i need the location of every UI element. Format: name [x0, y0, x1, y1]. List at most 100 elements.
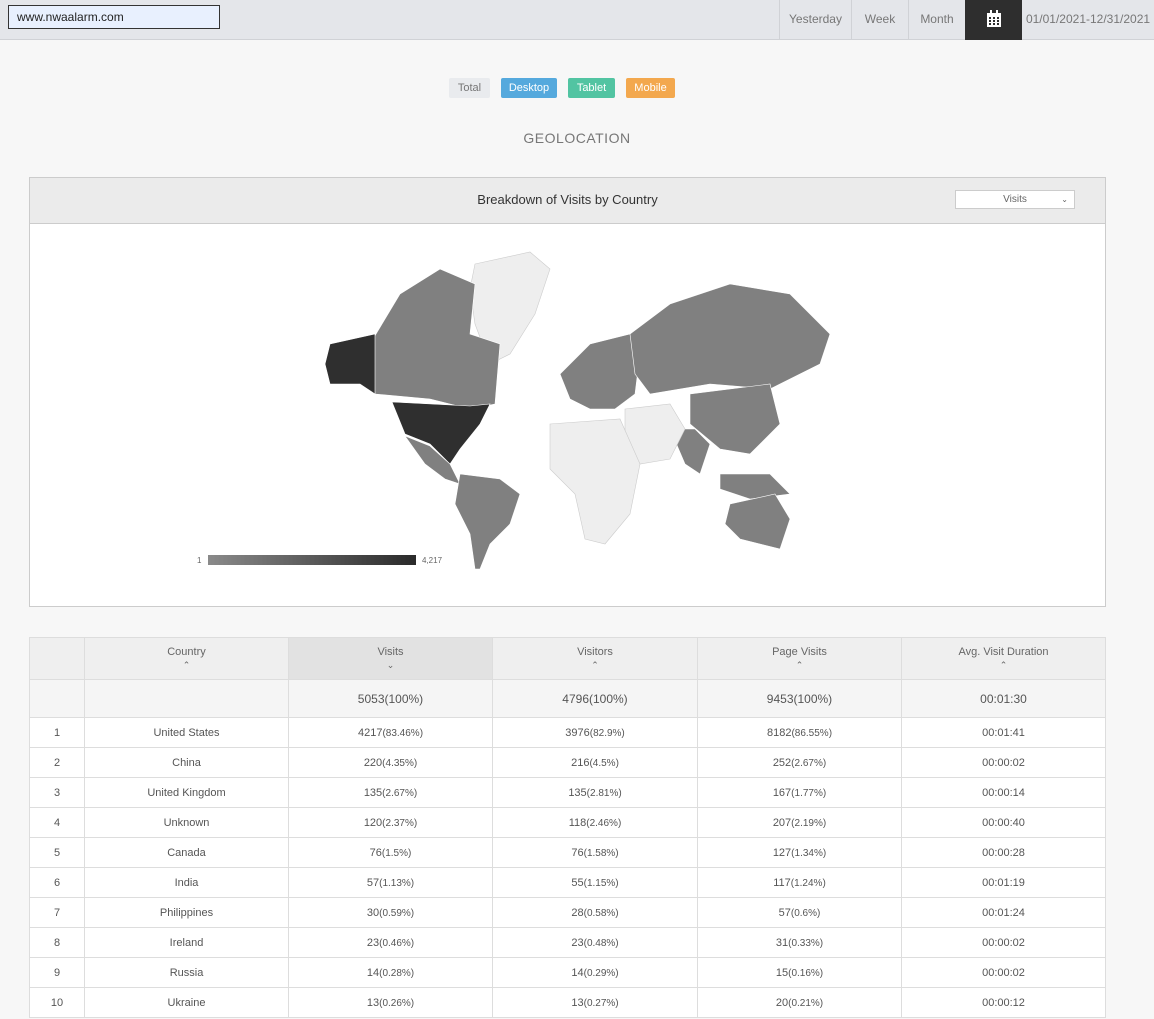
- row-duration: 00:00:28: [901, 837, 1106, 868]
- row-index: 10: [29, 987, 85, 1018]
- row-page-visits: 31(0.33%): [697, 927, 902, 958]
- table-row[interactable]: 1 United States 4217(83.46%) 3976(82.9%)…: [29, 717, 1106, 748]
- calendar-icon: [986, 10, 1001, 27]
- legend-max: 4,217: [422, 556, 443, 565]
- totals-row: 5053(100%) 4796(100%) 9453(100%) 00:01:3…: [29, 679, 1106, 718]
- map-panel-title: Breakdown of Visits by Country: [30, 178, 1105, 224]
- table-row[interactable]: 3 United Kingdom 135(2.67%) 135(2.81%) 1…: [29, 777, 1106, 808]
- row-index: 2: [29, 747, 85, 778]
- row-visits: 135(2.67%): [288, 777, 493, 808]
- country-united-states: [391, 401, 491, 465]
- table-row[interactable]: 6 India 57(1.13%) 55(1.15%) 117(1.24%) 0…: [29, 867, 1106, 898]
- filter-tablet[interactable]: Tablet: [568, 78, 615, 98]
- row-visitors: 216(4.5%): [492, 747, 698, 778]
- calendar-button[interactable]: [965, 0, 1022, 40]
- duration-header[interactable]: Avg. Visit Duration ⌃: [901, 637, 1106, 680]
- table-row[interactable]: 10 Ukraine 13(0.26%) 13(0.27%) 20(0.21%)…: [29, 987, 1106, 1018]
- row-index: 1: [29, 717, 85, 748]
- table-row[interactable]: 8 Ireland 23(0.46%) 23(0.48%) 31(0.33%) …: [29, 927, 1106, 958]
- metric-select-value: Visits: [1003, 194, 1027, 205]
- row-page-visits: 127(1.34%): [697, 837, 902, 868]
- page-visits-header[interactable]: Page Visits ⌃: [697, 637, 902, 680]
- row-country: Russia: [84, 957, 289, 988]
- table-row[interactable]: 2 China 220(4.35%) 216(4.5%) 252(2.67%) …: [29, 747, 1106, 778]
- row-index: 6: [29, 867, 85, 898]
- row-country: Ireland: [84, 927, 289, 958]
- row-duration: 00:01:24: [901, 897, 1106, 928]
- country-header[interactable]: Country ⌃: [84, 637, 289, 680]
- map-panel: Breakdown of Visits by Country Visits ⌄ 1…: [29, 177, 1106, 607]
- total-visits: 5053(100%): [288, 679, 493, 718]
- visits-header[interactable]: Visits ⌄: [288, 637, 493, 680]
- row-duration: 00:00:12: [901, 987, 1106, 1018]
- filter-total[interactable]: Total: [449, 78, 490, 98]
- table-row[interactable]: 9 Russia 14(0.28%) 14(0.29%) 15(0.16%) 0…: [29, 957, 1106, 988]
- row-visitors: 28(0.58%): [492, 897, 698, 928]
- visitors-header[interactable]: Visitors ⌃: [492, 637, 698, 680]
- row-country: India: [84, 867, 289, 898]
- row-country: China: [84, 747, 289, 778]
- row-visits: 76(1.5%): [288, 837, 493, 868]
- chevron-down-icon: ⌄: [1061, 195, 1068, 204]
- world-map[interactable]: 1 4,217: [30, 224, 1105, 606]
- filter-mobile[interactable]: Mobile: [626, 78, 675, 98]
- row-index: 8: [29, 927, 85, 958]
- row-country: United States: [84, 717, 289, 748]
- table-row[interactable]: 7 Philippines 30(0.59%) 28(0.58%) 57(0.6…: [29, 897, 1106, 928]
- range-yesterday-button[interactable]: Yesterday: [779, 0, 851, 40]
- site-input[interactable]: www.nwaalarm.com: [8, 5, 220, 29]
- date-range[interactable]: 01/01/2021-12/31/2021: [1022, 0, 1154, 40]
- row-country: Canada: [84, 837, 289, 868]
- total-duration: 00:01:30: [901, 679, 1106, 718]
- section-title: GEOLOCATION: [523, 130, 631, 146]
- row-visits: 14(0.28%): [288, 957, 493, 988]
- legend-min: 1: [197, 556, 202, 565]
- top-bar: www.nwaalarm.com Yesterday Week Month 01…: [0, 0, 1154, 40]
- row-visitors: 13(0.27%): [492, 987, 698, 1018]
- table-row[interactable]: 5 Canada 76(1.5%) 76(1.58%) 127(1.34%) 0…: [29, 837, 1106, 868]
- row-page-visits: 8182(86.55%): [697, 717, 902, 748]
- row-index: 5: [29, 837, 85, 868]
- row-duration: 00:00:14: [901, 777, 1106, 808]
- row-country: Ukraine: [84, 987, 289, 1018]
- country-australia: [724, 493, 791, 550]
- metric-select[interactable]: Visits ⌄: [955, 190, 1075, 209]
- country-russia: [629, 283, 831, 395]
- row-visits: 57(1.13%): [288, 867, 493, 898]
- row-visitors: 118(2.46%): [492, 807, 698, 838]
- region-europe: [559, 333, 641, 410]
- row-duration: 00:00:02: [901, 957, 1106, 988]
- row-visitors: 55(1.15%): [492, 867, 698, 898]
- row-visits: 220(4.35%): [288, 747, 493, 778]
- region-southeast-asia: [719, 473, 791, 500]
- range-week-button[interactable]: Week: [851, 0, 908, 40]
- row-page-visits: 117(1.24%): [697, 867, 902, 898]
- row-index: 3: [29, 777, 85, 808]
- country-south-america: [454, 473, 521, 570]
- row-visitors: 135(2.81%): [492, 777, 698, 808]
- row-duration: 00:00:02: [901, 747, 1106, 778]
- row-duration: 00:01:19: [901, 867, 1106, 898]
- legend-gradient: [208, 555, 416, 565]
- region-africa: [549, 418, 641, 545]
- row-visits: 4217(83.46%): [288, 717, 493, 748]
- row-page-visits: 167(1.77%): [697, 777, 902, 808]
- row-visits: 23(0.46%): [288, 927, 493, 958]
- row-visitors: 3976(82.9%): [492, 717, 698, 748]
- row-country: United Kingdom: [84, 777, 289, 808]
- row-page-visits: 57(0.6%): [697, 897, 902, 928]
- filter-desktop[interactable]: Desktop: [501, 78, 557, 98]
- row-index: 7: [29, 897, 85, 928]
- country-alaska: [324, 333, 376, 395]
- total-visitors: 4796(100%): [492, 679, 698, 718]
- row-page-visits: 15(0.16%): [697, 957, 902, 988]
- row-duration: 00:00:40: [901, 807, 1106, 838]
- row-visitors: 14(0.29%): [492, 957, 698, 988]
- row-page-visits: 252(2.67%): [697, 747, 902, 778]
- row-index: 4: [29, 807, 85, 838]
- row-visits: 30(0.59%): [288, 897, 493, 928]
- table-row[interactable]: 4 Unknown 120(2.37%) 118(2.46%) 207(2.19…: [29, 807, 1106, 838]
- row-country: Philippines: [84, 897, 289, 928]
- range-month-button[interactable]: Month: [908, 0, 965, 40]
- row-visitors: 23(0.48%): [492, 927, 698, 958]
